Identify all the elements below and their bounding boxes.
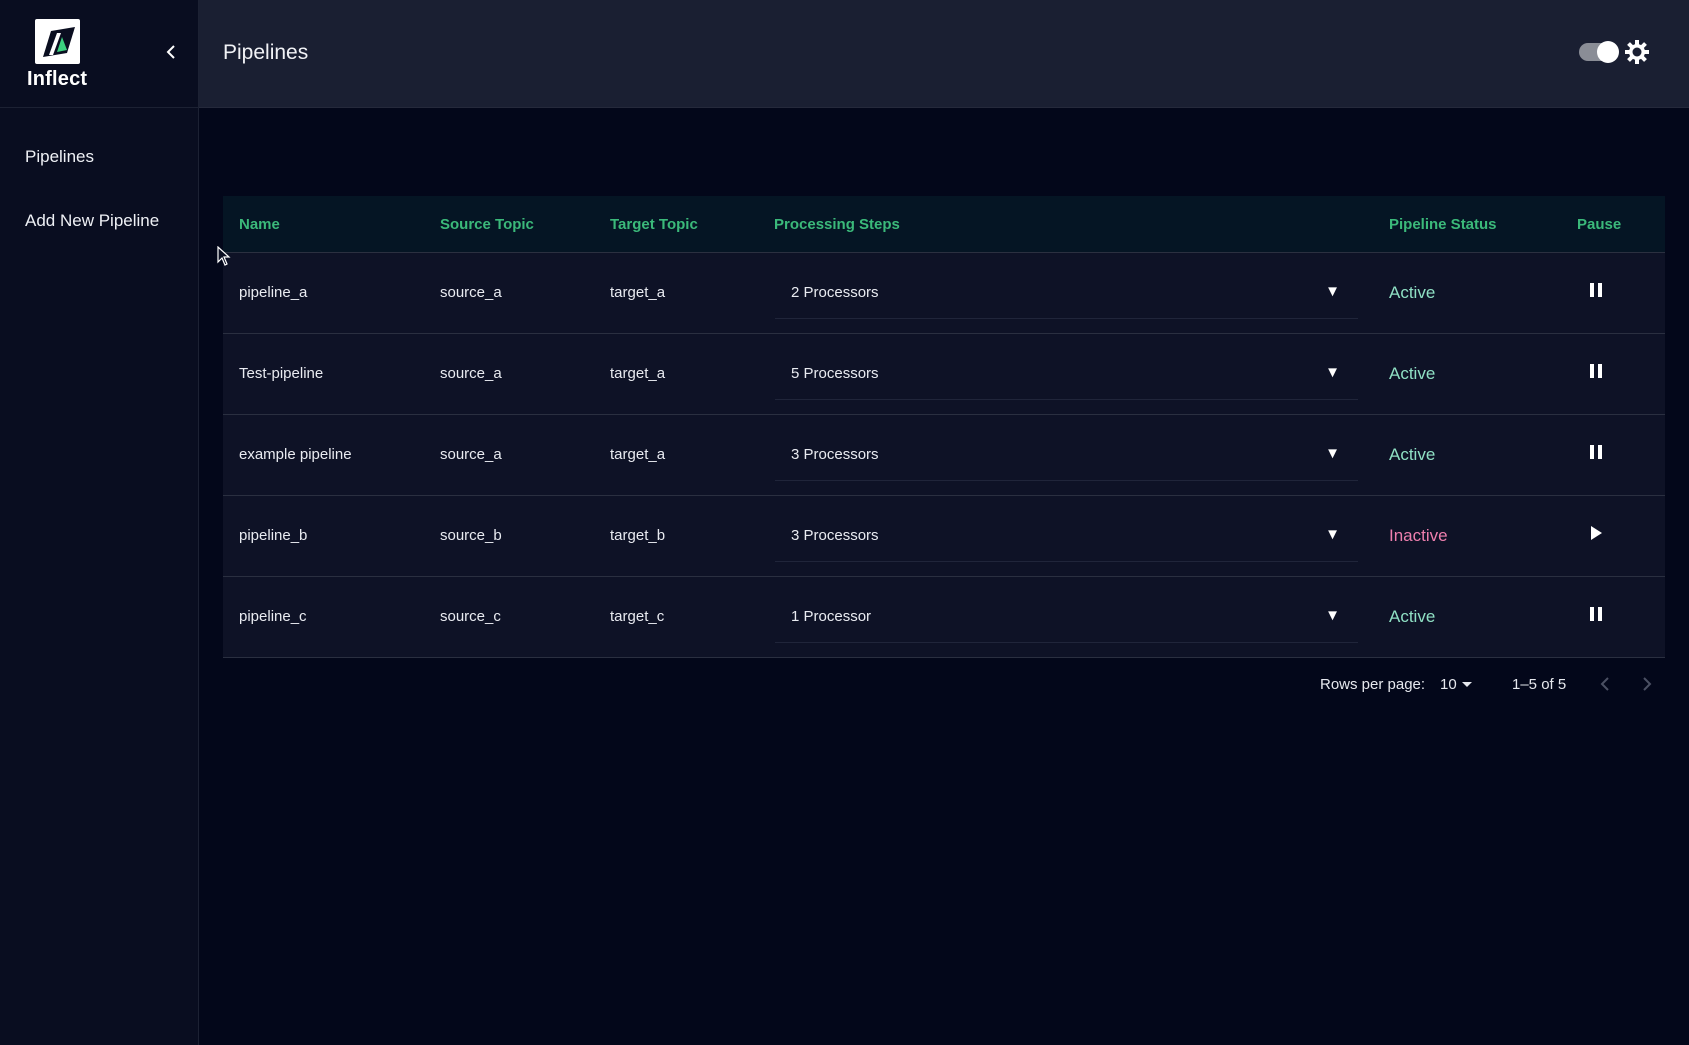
toggle-knob [1597,41,1619,63]
cell-name: pipeline_a [239,284,308,301]
cell-source-topic: source_a [440,284,502,301]
table-row: pipeline_b source_b target_b 3 Processors ▼ I… [223,496,1665,577]
resume-pipeline-button[interactable] [1583,522,1609,548]
caret-down-icon[interactable] [1462,682,1472,687]
table-row: Test-pipeline source_a target_a 5 Processor… [223,334,1665,415]
dropdown-arrow-icon[interactable]: ▼ [1325,445,1340,462]
table-header: Name Source Topic Target Topic Processin… [223,196,1665,253]
processing-steps-value: 1 Processor [791,608,872,625]
pause-icon [1589,363,1603,384]
pipelines-table: Name Source Topic Target Topic Processin… [223,196,1665,658]
cell-source-topic: source_c [440,608,501,625]
rows-per-page-label: Rows per page: [1320,676,1426,693]
cell-target-topic: target_b [610,527,666,544]
dropdown-arrow-icon[interactable]: ▼ [1325,364,1340,381]
previous-page-button[interactable] [1594,672,1618,696]
status-badge: Active [1389,364,1436,383]
chevron-right-icon [1643,677,1652,691]
dropdown-arrow-icon[interactable]: ▼ [1325,607,1340,624]
cell-name: pipeline_b [239,527,308,544]
processing-steps-select[interactable]: 1 Processor ▼ [775,591,1358,643]
column-header-pause: Pause [1577,216,1622,233]
status-badge: Active [1389,445,1436,464]
processing-steps-select[interactable]: 5 Processors ▼ [775,348,1358,400]
pagination: Rows per page: 10 1–5 of 5 [1320,672,1665,696]
pause-pipeline-button[interactable] [1583,360,1609,386]
pause-pipeline-button[interactable] [1583,279,1609,305]
app-root: Inflect Pipelines Add New Pipeline Pipel… [0,0,1689,1045]
chevron-left-icon [1600,677,1609,691]
mouse-cursor-icon [217,246,231,266]
cell-name: Test-pipeline [239,365,324,382]
play-icon [1589,525,1603,546]
cell-name: example pipeline [239,446,352,463]
processing-steps-value: 5 Processors [791,365,879,382]
dropdown-arrow-icon[interactable]: ▼ [1325,283,1340,300]
table-row: example pipeline source_a target_a 3 Proces… [223,415,1665,496]
processing-steps-value: 3 Processors [791,446,879,463]
sidebar-item-pipelines[interactable]: Pipelines [25,147,94,167]
sidebar-item-add-new-pipeline[interactable]: Add New Pipeline [25,211,159,231]
pause-icon [1589,282,1603,303]
column-header-processing-steps: Processing Steps [774,216,900,233]
collapse-sidebar-button[interactable] [160,40,182,64]
pause-icon [1589,444,1603,465]
column-header-name: Name [239,216,280,233]
top-header: Pipelines [199,0,1689,108]
cell-source-topic: source_a [440,446,502,463]
theme-toggle[interactable] [1579,41,1619,63]
pause-pipeline-button[interactable] [1583,603,1609,629]
status-badge: Active [1389,283,1436,302]
cell-target-topic: target_c [610,608,665,625]
processing-steps-value: 2 Processors [791,284,879,301]
dropdown-arrow-icon[interactable]: ▼ [1325,526,1340,543]
cell-source-topic: source_a [440,365,502,382]
brand-logo-icon [35,19,80,64]
sidebar-header: Inflect [0,0,198,108]
rows-per-page-select[interactable]: 10 [1440,676,1457,693]
next-page-button[interactable] [1634,672,1658,696]
column-header-source-topic: Source Topic [440,216,534,233]
column-header-target-topic: Target Topic [610,216,698,233]
page-title: Pipelines [223,41,309,64]
processing-steps-value: 3 Processors [791,527,879,544]
processing-steps-select[interactable]: 3 Processors ▼ [775,510,1358,562]
cell-target-topic: target_a [610,284,666,301]
cell-target-topic: target_a [610,365,666,382]
status-badge: Inactive [1389,526,1448,545]
column-header-pipeline-status: Pipeline Status [1389,216,1497,233]
pause-icon [1589,606,1603,627]
pause-pipeline-button[interactable] [1583,441,1609,467]
cell-target-topic: target_a [610,446,666,463]
cell-name: pipeline_c [239,608,307,625]
table-body: pipeline_a source_a target_a 2 Processors ▼ A… [223,253,1665,658]
table-row: pipeline_a source_a target_a 2 Processors ▼ A… [223,253,1665,334]
sidebar: Inflect Pipelines Add New Pipeline [0,0,199,1045]
chevron-left-icon [166,45,175,59]
processing-steps-select[interactable]: 2 Processors ▼ [775,267,1358,319]
brand-name: Inflect [27,68,88,90]
pagination-range: 1–5 of 5 [1512,676,1567,693]
status-badge: Active [1389,607,1436,626]
processing-steps-select[interactable]: 3 Processors ▼ [775,429,1358,481]
settings-gear-icon[interactable] [1623,38,1651,66]
table-row: pipeline_c source_c target_c 1 Processor ▼ Ac… [223,577,1665,658]
cell-source-topic: source_b [440,527,502,544]
